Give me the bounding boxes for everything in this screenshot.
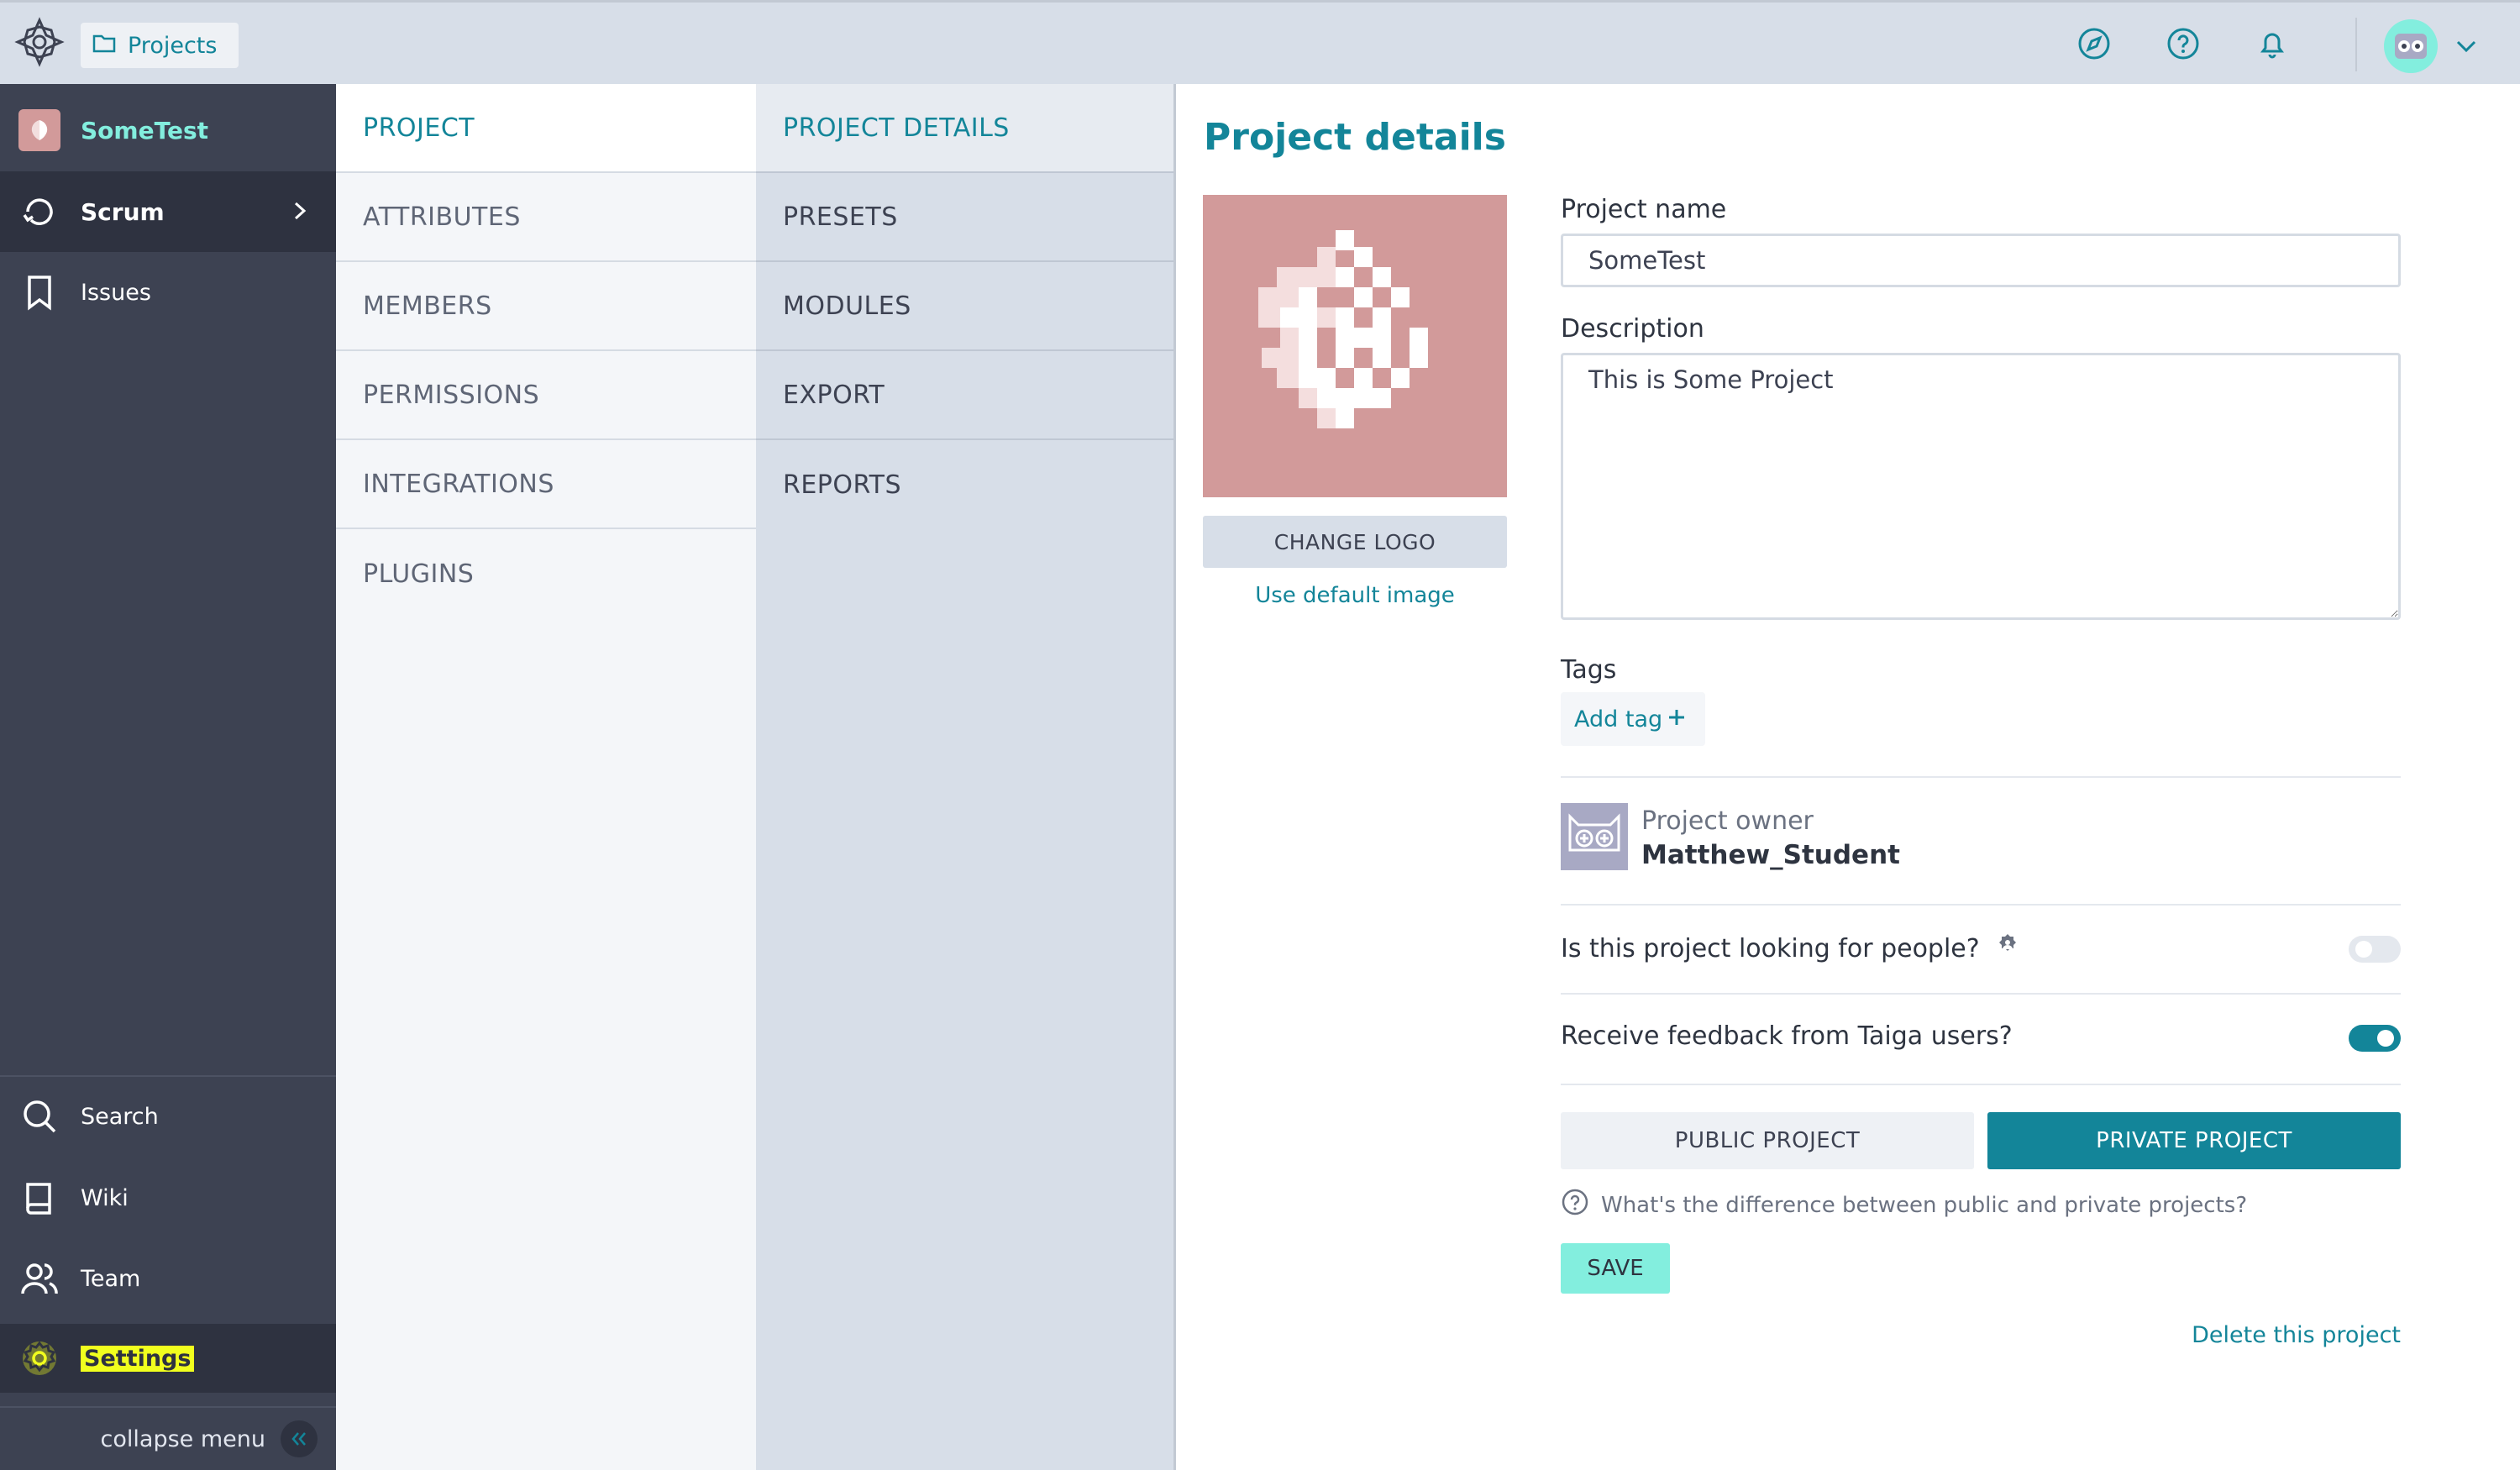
looking-for-people-row: Is this project looking for people? [1561,932,2020,964]
collapse-menu[interactable]: collapse menu [0,1406,336,1470]
project-logo [1203,195,1507,497]
receive-feedback-label: Receive feedback from Taiga users? [1561,1021,2013,1051]
privacy-difference-label: What's the difference between public and… [1601,1192,2248,1218]
settings-subtab-project-details[interactable]: PROJECT DETAILS [756,84,1173,173]
sidebar-item-label: Scrum [81,197,165,226]
receive-feedback-row: Receive feedback from Taiga users? [1561,1021,2013,1051]
use-default-image-link[interactable]: Use default image [1203,583,1507,608]
description-textarea[interactable]: This is Some Project [1561,353,2401,620]
main-sidebar: SomeTest Scrum Issues Search Wiki Team S… [0,84,336,1470]
sidebar-item-label: Issues [81,279,151,306]
sidebar-item-scrum[interactable]: Scrum [0,171,336,252]
add-tag-label: Add tag [1574,706,1663,732]
sidebar-item-label: Team [81,1265,141,1292]
description-label: Description [1561,314,1704,344]
bookmark-icon [18,271,60,313]
sidebar-project[interactable]: SomeTest [0,92,336,168]
project-details-panel: Project details CHANGE LOGO Use default … [1179,84,2520,1470]
receive-feedback-toggle[interactable] [2349,1025,2401,1052]
settings-subtab-presets[interactable]: PRESETS [756,173,1173,262]
scrum-icon [18,191,60,233]
toggle-knob [2377,1030,2394,1047]
divider [1561,993,2401,995]
chevron-right-icon [286,197,314,225]
public-project-button[interactable]: PUBLIC PROJECT [1561,1112,1974,1169]
settings-tab-attributes[interactable]: ATTRIBUTES [336,173,756,262]
project-owner-label: Project owner [1641,806,1814,836]
sidebar-item-team[interactable]: Team [0,1238,336,1319]
sidebar-item-label: Search [81,1103,159,1130]
compass-icon[interactable] [2075,24,2113,63]
project-name-input[interactable] [1561,234,2401,287]
people-badge-icon[interactable] [1995,932,2020,964]
project-name-label: Project name [1561,195,1727,224]
sidebar-item-wiki[interactable]: Wiki [0,1158,336,1238]
taiga-logo-icon[interactable] [12,14,67,70]
search-icon [18,1095,60,1137]
toggle-knob [2355,941,2372,958]
user-avatar[interactable] [2384,19,2438,73]
settings-tab-integrations[interactable]: INTEGRATIONS [336,440,756,529]
divider [1561,776,2401,778]
sidebar-item-settings[interactable]: Settings [0,1324,336,1393]
page-title: Project details [1204,116,1506,159]
change-logo-button[interactable]: CHANGE LOGO [1203,516,1507,568]
settings-secondary-menu: PROJECT DETAILS PRESETS MODULES EXPORT R… [756,84,1176,1470]
double-chevron-left-icon[interactable] [281,1420,318,1457]
team-icon [18,1257,60,1299]
settings-subtab-modules[interactable]: MODULES [756,262,1173,351]
project-owner-name: Matthew_Student [1641,840,1900,870]
gear-icon [18,1337,60,1379]
privacy-difference-link[interactable]: What's the difference between public and… [1561,1188,2247,1222]
project-logo-icon [18,109,60,151]
top-bar: Projects [0,0,2520,84]
settings-tab-permissions[interactable]: PERMISSIONS [336,351,756,440]
topbar-divider [2355,18,2357,71]
help-icon [1561,1188,1589,1222]
settings-primary-menu: PROJECT ATTRIBUTES MEMBERS PERMISSIONS I… [336,84,756,1470]
help-icon[interactable] [2164,24,2202,63]
breadcrumb-label: Projects [128,32,218,59]
projects-breadcrumb[interactable]: Projects [81,23,239,68]
collapse-menu-label: collapse menu [100,1425,265,1452]
divider [1561,1084,2401,1085]
add-tag-button[interactable]: Add tag [1561,692,1705,746]
book-icon [18,1177,60,1219]
owner-avatar [1561,803,1628,870]
tags-label: Tags [1561,655,1617,685]
folder-icon [92,33,116,59]
settings-tab-members[interactable]: MEMBERS [336,262,756,351]
delete-project-link[interactable]: Delete this project [2192,1322,2401,1348]
looking-for-people-toggle[interactable] [2349,936,2401,963]
bell-icon[interactable] [2253,24,2292,63]
looking-for-people-label: Is this project looking for people? [1561,933,1980,963]
settings-tab-plugins[interactable]: PLUGINS [336,529,756,618]
settings-subtab-export[interactable]: EXPORT [756,351,1173,440]
sidebar-item-label: Wiki [81,1184,129,1211]
settings-subtab-reports[interactable]: REPORTS [756,440,1173,529]
chevron-down-icon[interactable] [2451,31,2481,61]
plus-icon [1667,706,1686,732]
sidebar-item-label: Settings [81,1345,195,1372]
sidebar-project-name: SomeTest [81,116,208,144]
sidebar-item-issues[interactable]: Issues [0,252,336,333]
private-project-button[interactable]: PRIVATE PROJECT [1987,1112,2401,1169]
sidebar-item-search[interactable]: Search [0,1075,336,1156]
settings-tab-project[interactable]: PROJECT [336,84,756,173]
save-button[interactable]: SAVE [1561,1243,1670,1294]
divider [1561,904,2401,906]
